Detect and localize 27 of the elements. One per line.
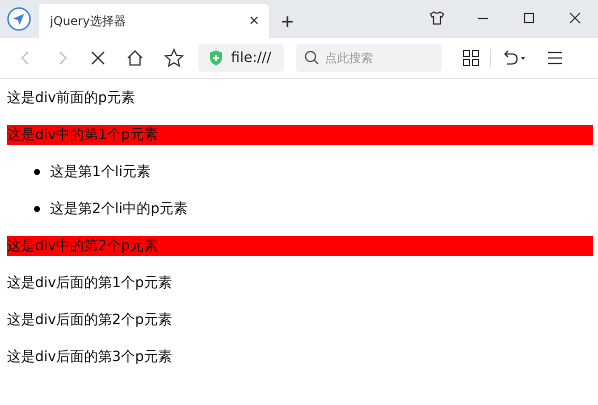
- shield-icon: [209, 50, 223, 66]
- close-icon[interactable]: [567, 10, 583, 26]
- bullet-icon: [34, 206, 40, 212]
- address-bar[interactable]: file:///: [198, 44, 284, 72]
- star-icon[interactable]: [164, 48, 184, 68]
- paragraph: 这是div后面的第1个p元素: [7, 274, 173, 293]
- browser-tab[interactable]: jQuery选择器 ×: [39, 4, 269, 38]
- tab-title: jQuery选择器: [50, 12, 127, 30]
- paragraph: 这是div中的第2个p元素: [7, 236, 593, 256]
- list-item: 这是第1个li元素: [50, 163, 151, 182]
- menu-icon[interactable]: [547, 50, 563, 66]
- paragraph: 这是div前面的p元素: [7, 89, 136, 108]
- list-item: 这是第2个li中的p元素: [50, 200, 188, 219]
- stop-icon[interactable]: [90, 50, 106, 66]
- shirt-icon[interactable]: [429, 10, 445, 26]
- paragraph: 这是div后面的第3个p元素: [7, 348, 173, 367]
- bullet-icon: [34, 169, 40, 175]
- search-field[interactable]: 点此搜索: [296, 44, 442, 72]
- paragraph: 这是div中的第1个p元素: [7, 125, 593, 145]
- home-icon[interactable]: [126, 49, 144, 67]
- maximize-icon[interactable]: [521, 10, 537, 26]
- url-text: file:///: [231, 50, 272, 66]
- tab-close-button[interactable]: ×: [245, 11, 263, 31]
- compass-logo-icon[interactable]: [7, 7, 31, 31]
- grid-icon[interactable]: [462, 49, 480, 67]
- new-tab-button[interactable]: +: [277, 9, 298, 35]
- paragraph: 这是div后面的第2个p元素: [7, 311, 173, 330]
